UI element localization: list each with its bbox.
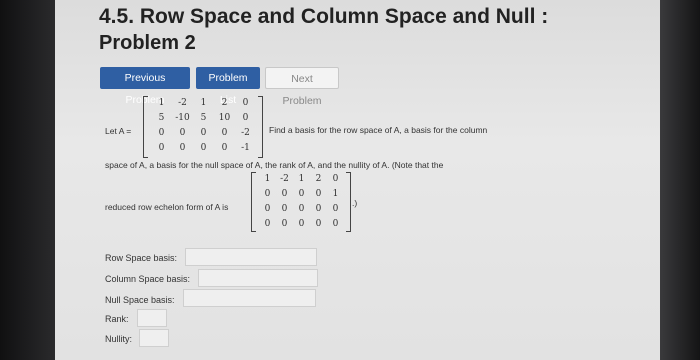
matrix-cell: 0	[315, 189, 322, 199]
rank-label: Rank:	[105, 314, 129, 324]
matrix-cell: 0	[332, 219, 339, 229]
matrix-cell: 0	[264, 189, 271, 199]
previous-problem-button[interactable]: Previous Problem	[100, 67, 190, 106]
matrix-cell: 0	[315, 204, 322, 214]
matrix-cell: 0	[298, 189, 305, 199]
matrix-cell: 5	[200, 113, 207, 123]
matrix-a-left-bracket	[143, 96, 148, 158]
matrix-row: 0 0 0 0 -2	[151, 128, 256, 138]
rank-input[interactable]	[137, 309, 167, 327]
matrix-cell: 0	[315, 219, 322, 229]
matrix-cell: 1	[298, 174, 305, 184]
matrix-row: 1 -2 1 2 0	[259, 174, 344, 184]
left-bezel	[0, 0, 55, 360]
null-space-label: Null Space basis:	[105, 295, 175, 305]
rref-close: .)	[352, 198, 358, 208]
matrix-cell: 0	[264, 219, 271, 229]
matrix-cell: 0	[281, 219, 288, 229]
matrix-row: 00001	[259, 189, 344, 199]
column-space-label: Column Space basis:	[105, 274, 191, 284]
matrix-cell: 0	[332, 204, 339, 214]
matrix-row: 5 -10 5 10 0	[151, 113, 256, 123]
matrix-cell: 0	[158, 128, 165, 138]
matrix-cell: 10	[218, 113, 231, 123]
matrix-cell: 1	[200, 98, 207, 108]
null-space-input[interactable]	[183, 289, 316, 307]
rref-label: reduced row echelon form of A is	[105, 202, 229, 212]
matrix-cell: 0	[179, 143, 186, 153]
matrix-rref-right-bracket	[346, 172, 351, 232]
matrix-rref-left-bracket	[251, 172, 256, 232]
problem-text-line2: space of A, a basis for the null space o…	[105, 160, 444, 170]
problem-list-button[interactable]: Problem List	[196, 67, 260, 106]
matrix-cell: -2	[178, 98, 187, 108]
matrix-row: 00000	[259, 219, 344, 229]
matrix-cell: 0	[242, 98, 249, 108]
problem-title: Problem 2	[99, 32, 196, 54]
matrix-cell: 2	[315, 174, 322, 184]
matrix-cell: 0	[298, 204, 305, 214]
matrix-row: 0 0 0 0 -1	[151, 143, 256, 153]
matrix-cell: 0	[200, 128, 207, 138]
matrix-row: 1 -2 1 2 0	[151, 98, 256, 108]
matrix-cell: 5	[158, 113, 165, 123]
matrix-cell: 2	[221, 98, 228, 108]
matrix-cell: 0	[158, 143, 165, 153]
matrix-cell: 0	[281, 189, 288, 199]
webwork-page: 4.5. Row Space and Column Space and Null…	[55, 0, 660, 360]
matrix-cell: 0	[242, 113, 249, 123]
matrix-cell: 0	[221, 143, 228, 153]
matrix-cell: 0	[332, 174, 339, 184]
next-problem-button[interactable]: Next Problem	[265, 67, 339, 107]
page-title: 4.5. Row Space and Column Space and Null…	[99, 5, 549, 28]
nullity-input[interactable]	[139, 329, 169, 347]
matrix-a-right-bracket	[258, 96, 263, 158]
nullity-label: Nullity:	[105, 334, 133, 344]
matrix-cell: 0	[281, 204, 288, 214]
matrix-cell: -10	[175, 113, 190, 123]
matrix-cell: 1	[264, 174, 271, 184]
matrix-cell: 0	[298, 219, 305, 229]
let-a-label: Let A =	[105, 126, 132, 136]
matrix-cell: -2	[241, 128, 250, 138]
matrix-cell: 0	[200, 143, 207, 153]
row-space-input[interactable]	[185, 248, 317, 266]
right-bezel	[660, 0, 700, 360]
matrix-row: 00000	[259, 204, 344, 214]
matrix-rref: 1 -2 1 2 0 0 0 0 0 1 0 0 0 0 0 0 0 0 0 0	[251, 172, 351, 232]
problem-text-right: Find a basis for the row space of A, a b…	[269, 125, 488, 135]
matrix-a: 1 -2 1 2 0 5 -10 5 10 0 0 0 0 0 -2 0 0 0 0 -1	[143, 96, 263, 158]
matrix-cell: -1	[241, 143, 250, 153]
matrix-cell: -2	[280, 174, 289, 184]
matrix-cell: 0	[264, 204, 271, 214]
matrix-cell: 1	[332, 189, 339, 199]
matrix-cell: 1	[158, 98, 165, 108]
column-space-input[interactable]	[198, 269, 318, 287]
matrix-cell: 0	[179, 128, 186, 138]
row-space-label: Row Space basis:	[105, 253, 178, 263]
matrix-cell: 0	[221, 128, 228, 138]
